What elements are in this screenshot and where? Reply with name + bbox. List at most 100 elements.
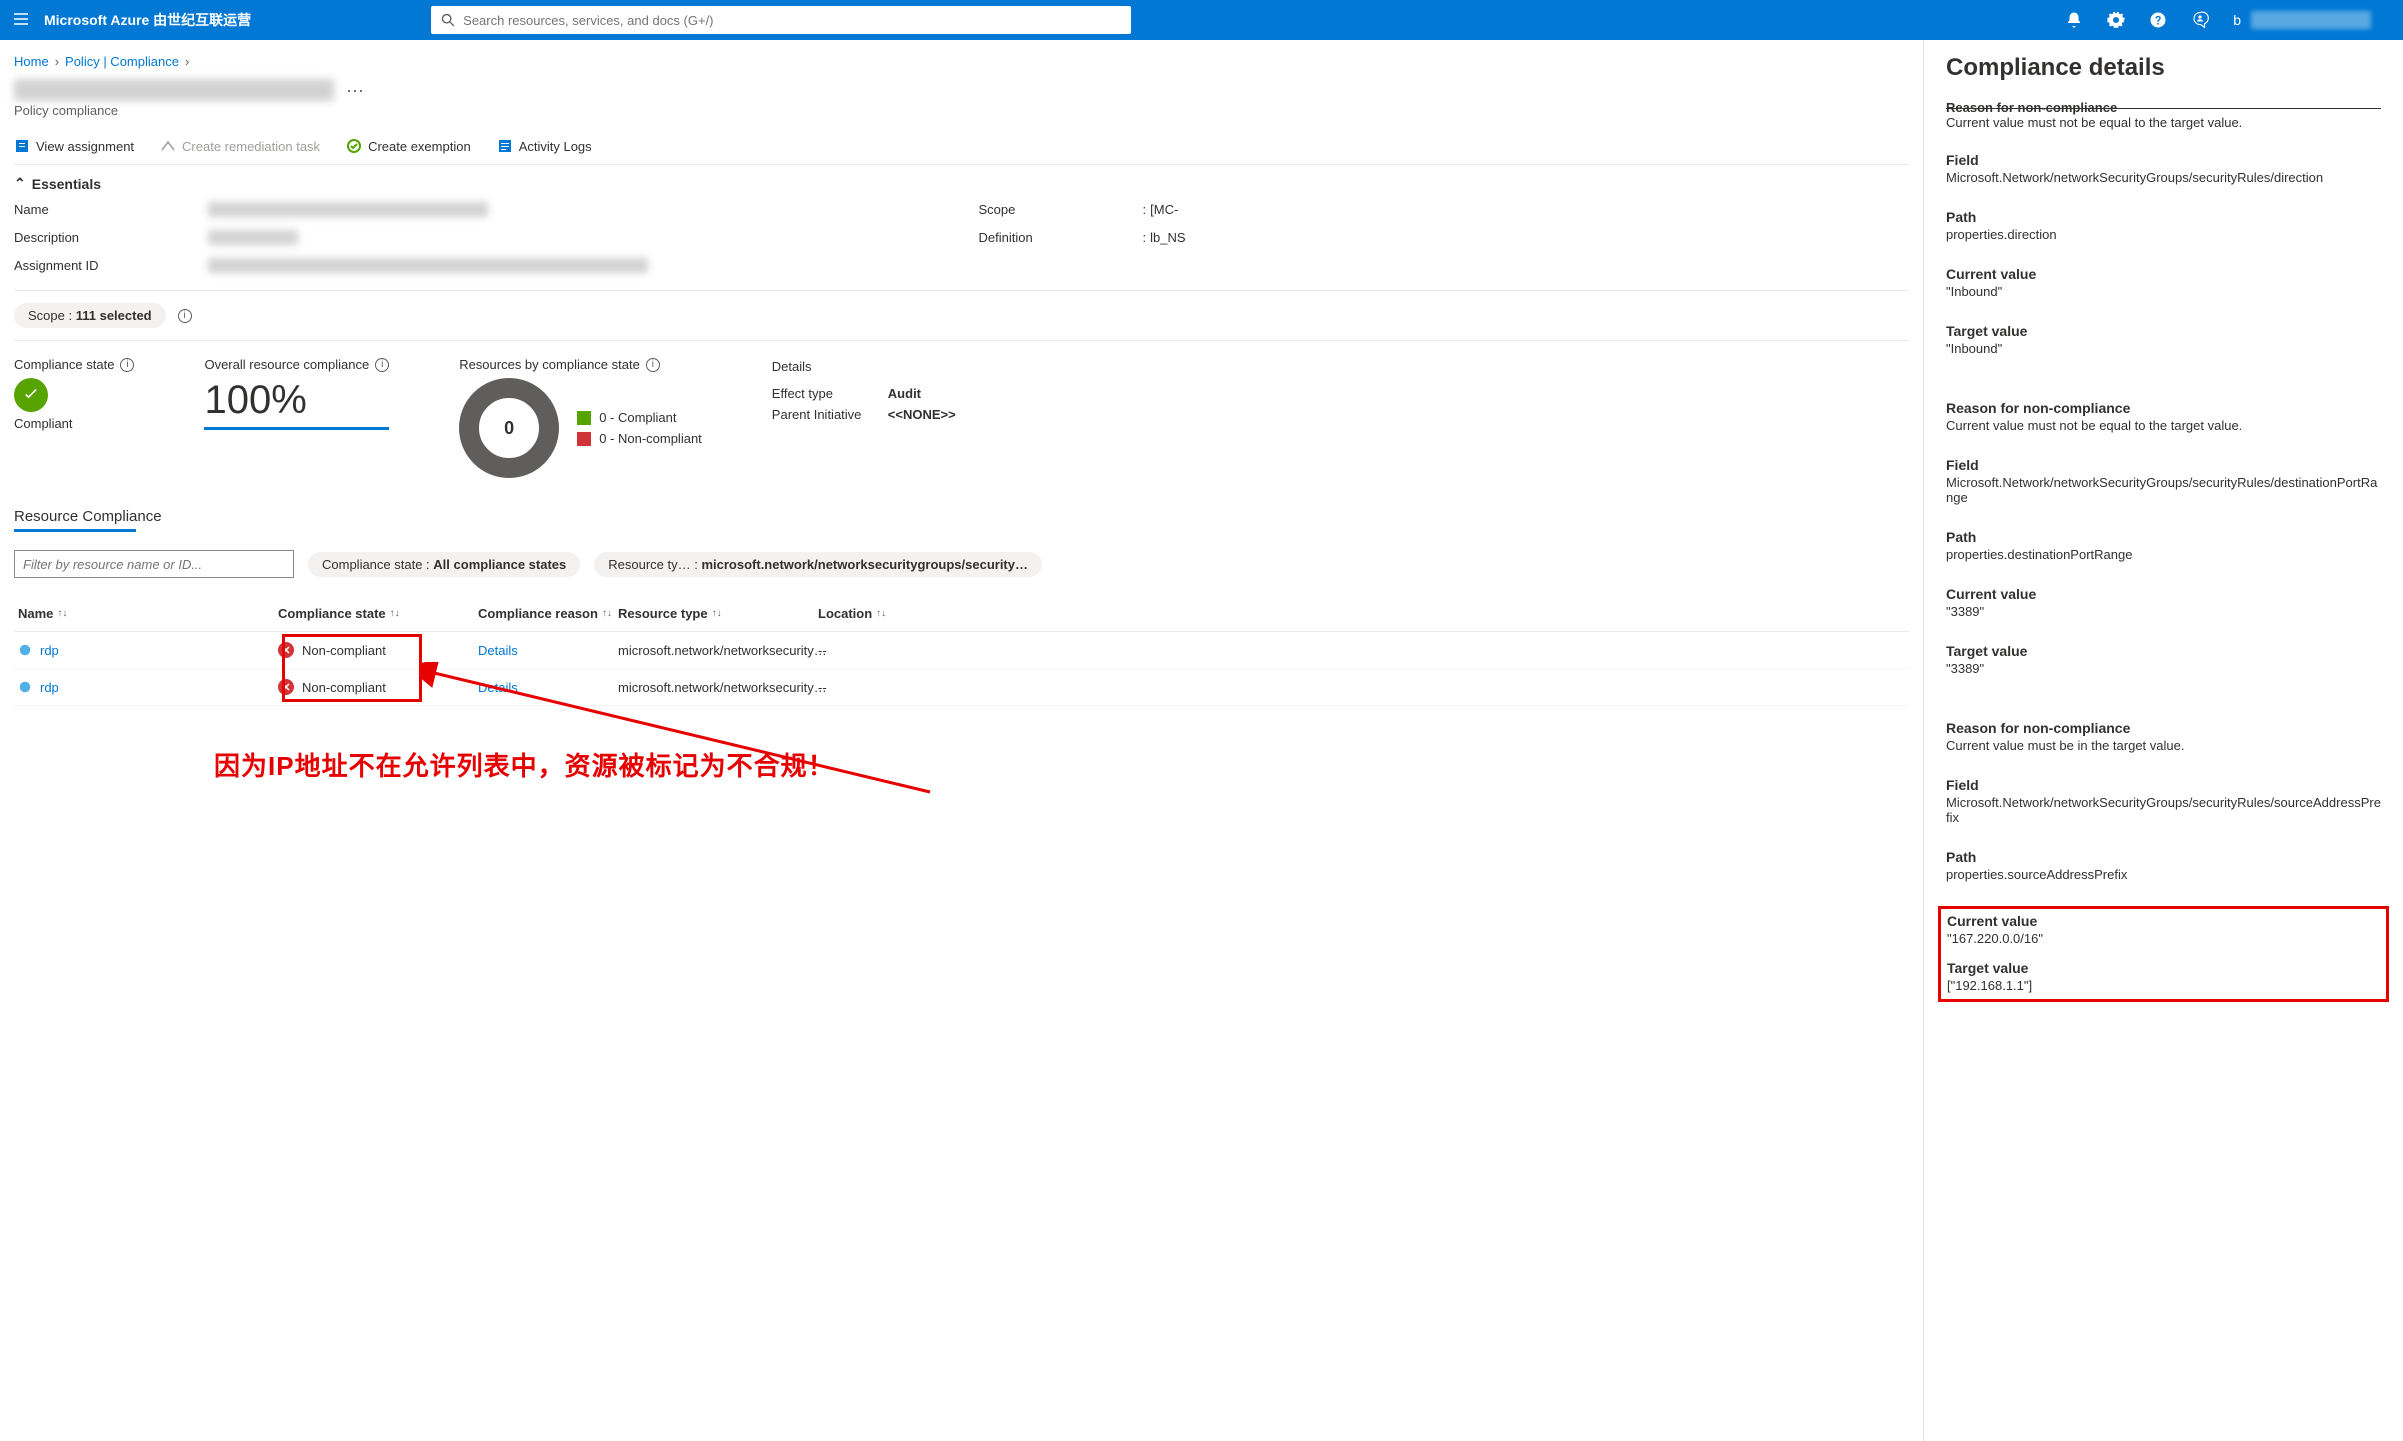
resource-type-filter-value: microsoft.network/networksecuritygroups/… xyxy=(701,557,1028,572)
chevron-down-icon: ⌃ xyxy=(14,175,26,192)
noncompliant-icon: ✕ xyxy=(278,679,294,695)
info-icon[interactable]: i xyxy=(646,358,660,372)
col-reason[interactable]: Compliance reason↑↓ xyxy=(478,606,618,621)
search-box[interactable] xyxy=(431,6,1131,34)
panel-target-value: ["192.168.1.1"] xyxy=(1947,978,2380,993)
resources-by-state-label: Resources by compliance state xyxy=(459,357,640,372)
resource-type-cell: microsoft.network/networksecurity… xyxy=(618,680,818,695)
col-state[interactable]: Compliance state↑↓ xyxy=(278,606,478,621)
details-block: Details Effect typeAudit Parent Initiati… xyxy=(772,357,956,425)
panel-reason-value: Current value must not be equal to the t… xyxy=(1946,418,2381,433)
activity-logs-icon xyxy=(497,138,513,154)
notifications-icon[interactable] xyxy=(2065,11,2083,29)
user-initial-label: b xyxy=(2233,12,2241,28)
details-link[interactable]: Details xyxy=(478,643,518,658)
panel-current-value: "167.220.0.0/16" xyxy=(1947,931,2380,946)
resource-icon xyxy=(18,643,32,657)
feedback-icon[interactable] xyxy=(2191,11,2209,29)
resource-type-cell: microsoft.network/networksecurity… xyxy=(618,643,818,658)
activity-logs-button[interactable]: Activity Logs xyxy=(497,138,592,154)
create-remediation-button: Create remediation task xyxy=(160,138,320,154)
resource-name-link[interactable]: rdp xyxy=(18,680,278,695)
scope-pill-label: Scope : xyxy=(28,308,72,323)
scope-row: Scope : 111 selected i xyxy=(14,290,1909,341)
sort-icon: ↑↓ xyxy=(390,608,400,619)
table-row: rdp ✕ Non-compliant Details microsoft.ne… xyxy=(14,632,1909,669)
panel-group: Target value "Inbound" xyxy=(1946,323,2381,356)
panel-current-heading: Current value xyxy=(1946,586,2381,602)
annotation-text: 因为IP地址不在允许列表中，资源被标记为不合规！ xyxy=(214,746,1909,783)
panel-field-value: Microsoft.Network/networkSecurityGroups/… xyxy=(1946,795,2381,825)
essentials-name-value-blurred xyxy=(208,202,488,217)
create-exemption-button[interactable]: Create exemption xyxy=(346,138,471,154)
panel-field-heading: Field xyxy=(1946,152,2381,168)
resource-type-filter-label: Resource ty… : xyxy=(608,557,698,572)
annotation-redbox-values: Current value "167.220.0.0/16" Target va… xyxy=(1938,906,2389,1002)
resource-name-link[interactable]: rdp xyxy=(18,643,278,658)
panel-path-heading: Path xyxy=(1946,529,2381,545)
sort-icon: ↑↓ xyxy=(712,608,722,619)
col-name[interactable]: Name↑↓ xyxy=(18,606,278,621)
info-icon[interactable]: i xyxy=(375,358,389,372)
panel-path-value: properties.destinationPortRange xyxy=(1946,547,2381,562)
panel-group: Target value "3389" xyxy=(1946,643,2381,676)
col-type[interactable]: Resource type↑↓ xyxy=(618,606,818,621)
topbar-icons: b xyxy=(2065,11,2391,29)
compliance-state-filter-label: Compliance state : xyxy=(322,557,430,572)
panel-path-value: properties.direction xyxy=(1946,227,2381,242)
view-assignment-label: View assignment xyxy=(36,139,134,154)
gear-icon[interactable] xyxy=(2107,11,2125,29)
exemption-icon xyxy=(346,138,362,154)
search-icon xyxy=(441,13,455,27)
resource-type-filter-pill[interactable]: Resource ty… : microsoft.network/network… xyxy=(594,552,1042,577)
filter-input[interactable] xyxy=(14,550,294,578)
compliance-state-filter-value: All compliance states xyxy=(433,557,566,572)
topbar: Microsoft Azure 由世纪互联运营 b xyxy=(0,0,2403,40)
essentials-toggle[interactable]: ⌃ Essentials xyxy=(14,175,1909,192)
panel-title: Compliance details xyxy=(1946,54,2381,82)
brand-label: Microsoft Azure 由世纪互联运营 xyxy=(44,10,251,30)
chevron-right-icon: › xyxy=(185,54,189,69)
info-icon[interactable]: i xyxy=(178,309,192,323)
panel-reason-value: Current value must be in the target valu… xyxy=(1946,738,2381,753)
panel-group: Field Microsoft.Network/networkSecurityG… xyxy=(1946,777,2381,825)
essentials-description-label: Description xyxy=(14,230,204,248)
panel-reason-body: Current value must not be equal to the t… xyxy=(1946,115,2381,130)
panel-path-heading: Path xyxy=(1946,849,2381,865)
breadcrumb-home[interactable]: Home xyxy=(14,54,49,69)
panel-group: Path properties.destinationPortRange xyxy=(1946,529,2381,562)
assignment-icon xyxy=(14,138,30,154)
details-link[interactable]: Details xyxy=(478,680,518,695)
view-assignment-button[interactable]: View assignment xyxy=(14,138,134,154)
essentials-scope-value: :[MC- xyxy=(1143,202,1910,220)
panel-group: Path properties.direction xyxy=(1946,209,2381,242)
effect-type-label: Effect type xyxy=(772,384,882,405)
compliance-state-filter-pill[interactable]: Compliance state : All compliance states xyxy=(308,552,580,577)
sort-icon: ↑↓ xyxy=(602,608,612,619)
details-label: Details xyxy=(772,357,956,378)
parent-initiative-label: Parent Initiative xyxy=(772,405,882,426)
panel-group: Current value "3389" xyxy=(1946,586,2381,619)
info-icon[interactable]: i xyxy=(120,358,134,372)
compliance-state-label: Compliance state xyxy=(14,357,114,372)
donut-chart: 0 xyxy=(459,378,559,478)
more-actions-button[interactable]: ··· xyxy=(346,80,364,101)
panel-current-value: "3389" xyxy=(1946,604,2381,619)
table-row: rdp ✕ Non-compliant Details microsoft.ne… xyxy=(14,669,1909,706)
search-input[interactable] xyxy=(463,13,1121,28)
scope-pill[interactable]: Scope : 111 selected xyxy=(14,303,166,328)
hamburger-icon[interactable] xyxy=(12,10,30,31)
col-location[interactable]: Location↑↓ xyxy=(818,606,898,621)
panel-current-value: "Inbound" xyxy=(1946,284,2381,299)
compliance-state-value: Compliant xyxy=(14,416,134,431)
breadcrumb-policy[interactable]: Policy | Compliance xyxy=(65,54,179,69)
panel-path-value: properties.sourceAddressPrefix xyxy=(1946,867,2381,882)
help-icon[interactable] xyxy=(2149,11,2167,29)
resource-compliance-heading: Resource Compliance xyxy=(14,508,1909,525)
panel-group: Current value "Inbound" xyxy=(1946,266,2381,299)
user-account[interactable]: b xyxy=(2233,11,2371,29)
essentials-assignment-id-label: Assignment ID xyxy=(14,258,204,276)
panel-group: Current value "167.220.0.0/16" xyxy=(1947,913,2380,946)
legend-swatch-noncompliant xyxy=(577,432,591,446)
user-name-blurred xyxy=(2251,11,2371,29)
